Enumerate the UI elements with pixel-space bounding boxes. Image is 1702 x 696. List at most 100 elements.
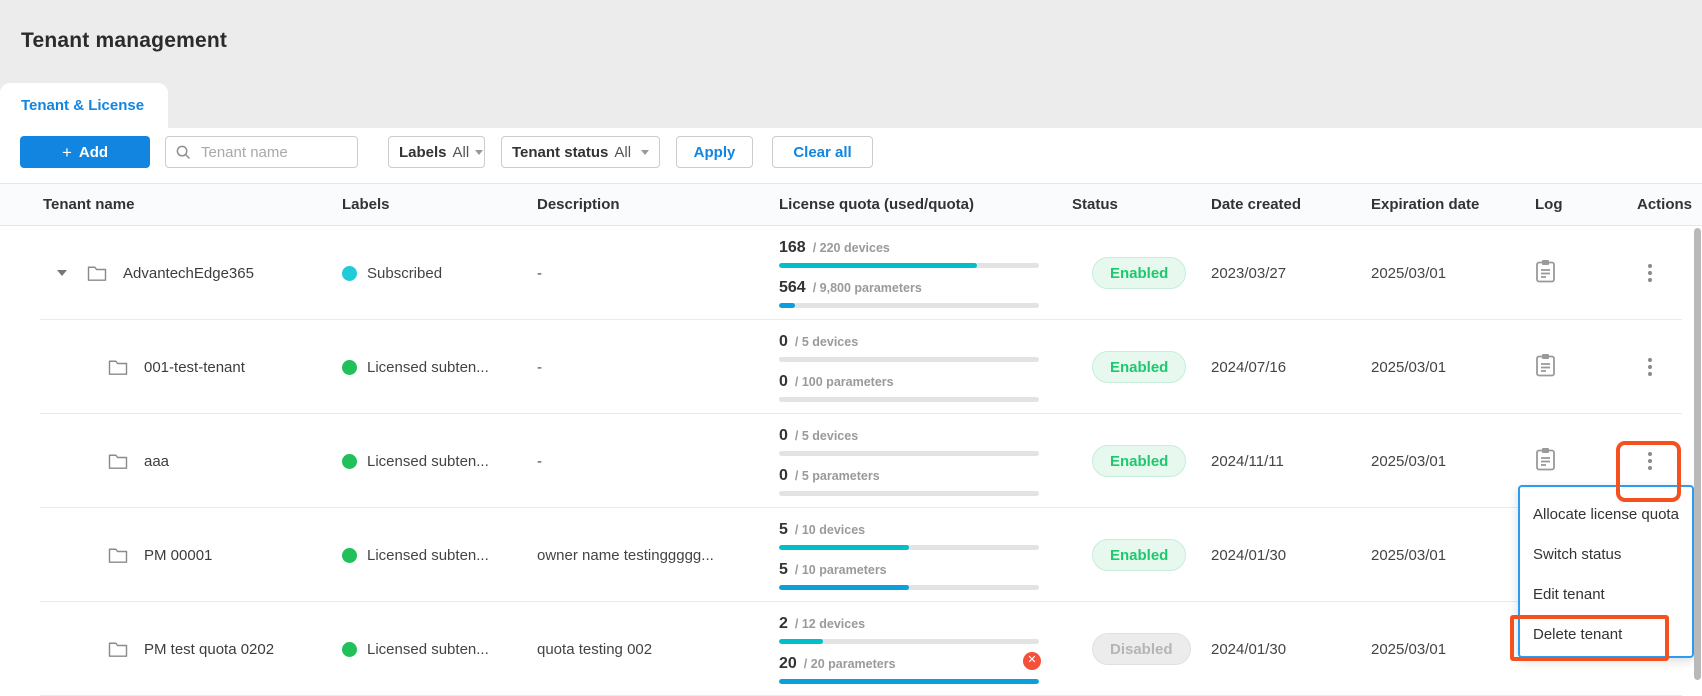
folder-icon (108, 548, 128, 563)
log-icon[interactable] (1535, 259, 1556, 283)
row-actions-menu-icon[interactable] (1645, 353, 1655, 381)
parameters-used: 0 (779, 372, 788, 390)
column-labels: Labels (342, 196, 390, 213)
devices-progress-bar (779, 544, 1039, 550)
devices-quota: / 220 devices (812, 240, 890, 255)
tenant-name: aaa (144, 452, 170, 470)
label-text: Licensed subten... (367, 358, 489, 376)
menu-item-allocate-license-quota[interactable]: Allocate license quota (1520, 494, 1692, 534)
description: owner name testinggggg... (537, 546, 714, 564)
parameters-quota: / 100 parameters (794, 374, 894, 389)
page-title: Tenant management (21, 29, 228, 52)
labels-filter-dropdown[interactable]: Labels All (388, 136, 485, 168)
column-expiration-date: Expiration date (1371, 196, 1480, 213)
status-badge: Enabled (1092, 351, 1187, 383)
chevron-down-icon (641, 149, 649, 155)
devices-quota: / 5 devices (794, 334, 859, 349)
expiration-date: 2025/03/01 (1371, 640, 1447, 658)
description: - (537, 452, 542, 470)
column-actions: Actions (1636, 196, 1692, 213)
menu-item-delete-tenant[interactable]: Delete tenant (1520, 614, 1692, 654)
tenant-status-filter-dropdown[interactable]: Tenant status All (501, 136, 660, 168)
label-dot (342, 453, 357, 469)
devices-quota: / 5 devices (794, 428, 859, 443)
vertical-scrollbar[interactable] (1694, 228, 1701, 680)
license-quota-cell: 5 / 10 devices 5 / 10 parameters (779, 508, 1072, 602)
license-quota-cell: 0 / 5 devices 0 / 100 parameters (779, 320, 1072, 414)
table-row: PM test quota 0202 Licensed subten... qu… (0, 602, 1702, 696)
row-actions-menu-icon[interactable] (1645, 259, 1655, 287)
devices-quota: / 10 devices (794, 522, 866, 537)
tenant-name-search[interactable] (165, 136, 358, 168)
table-row: AdvantechEdge365 Subscribed - 168 / 220 d… (0, 226, 1702, 320)
log-icon[interactable] (1535, 447, 1556, 471)
label-dot (342, 547, 357, 563)
folder-icon (108, 360, 128, 375)
date-created: 2024/07/16 (1211, 358, 1287, 376)
column-date-created: Date created (1211, 196, 1302, 213)
search-input[interactable] (199, 142, 333, 162)
license-quota-cell: 2 / 12 devices 20 / 20 parameters ✕ (779, 602, 1072, 696)
tab-label: Tenant & License (21, 97, 145, 114)
menu-item-switch-status[interactable]: Switch status (1520, 534, 1692, 574)
tenant-name: PM test quota 0202 (144, 640, 275, 658)
chevron-down-icon (475, 149, 484, 155)
parameters-used: 0 (779, 466, 788, 484)
add-button-label: Add (78, 143, 109, 161)
tenant-name: PM 00001 (144, 546, 213, 564)
collapse-row-icon[interactable] (57, 270, 67, 276)
license-quota-cell: 0 / 5 devices 0 / 5 parameters (779, 414, 1072, 508)
column-description: Description (537, 196, 620, 213)
description: - (537, 264, 542, 282)
folder-icon (108, 642, 128, 657)
devices-progress-bar (779, 356, 1039, 362)
labels-filter-value: All (452, 143, 470, 161)
parameters-progress-bar (779, 584, 1039, 590)
clear-all-button[interactable]: Clear all (772, 136, 873, 168)
expiration-date: 2025/03/01 (1371, 546, 1447, 564)
description: - (537, 358, 542, 376)
label-text: Subscribed (367, 264, 443, 282)
search-icon (176, 145, 191, 159)
log-icon[interactable] (1535, 353, 1556, 377)
parameters-progress-bar (779, 490, 1039, 496)
parameters-progress-bar (779, 396, 1039, 402)
label-text: Licensed subten... (367, 452, 489, 470)
tenant-name: AdvantechEdge365 (123, 264, 254, 282)
devices-progress-bar (779, 450, 1039, 456)
status-filter-label: Tenant status (512, 143, 609, 161)
page-header: Tenant management Tenant & License (0, 0, 1702, 128)
status-filter-value: All (614, 143, 632, 161)
table-header: Tenant name Labels Description License q… (0, 183, 1702, 226)
devices-progress-bar (779, 638, 1039, 644)
devices-used: 5 (779, 520, 788, 538)
date-created: 2024/01/30 (1211, 640, 1287, 658)
column-log: Log (1535, 196, 1563, 213)
label-text: Licensed subten... (367, 640, 489, 658)
devices-used: 2 (779, 614, 788, 632)
tenant-table: AdvantechEdge365 Subscribed - 168 / 220 d… (0, 226, 1702, 696)
tenant-name: 001-test-tenant (144, 358, 245, 376)
row-actions-menu-icon[interactable] (1645, 447, 1655, 475)
row-actions-context-menu: Allocate license quota Switch status Edi… (1518, 485, 1694, 658)
status-badge: Enabled (1092, 445, 1187, 477)
plus-icon: + (61, 142, 72, 162)
folder-icon (108, 454, 128, 469)
devices-used: 0 (779, 426, 788, 444)
date-created: 2023/03/27 (1211, 264, 1287, 282)
date-created: 2024/01/30 (1211, 546, 1287, 564)
expiration-date: 2025/03/01 (1371, 358, 1447, 376)
parameters-used: 564 (779, 278, 806, 296)
tab-tenant-license[interactable]: Tenant & License (0, 83, 168, 128)
parameters-quota: / 20 parameters (803, 656, 896, 671)
status-badge: Enabled (1092, 257, 1187, 289)
folder-icon (87, 266, 107, 281)
add-button[interactable]: + Add (20, 136, 150, 168)
license-quota-cell: 168 / 220 devices 564 / 9,800 parameters (779, 226, 1072, 320)
devices-used: 168 (779, 238, 806, 256)
apply-button[interactable]: Apply (676, 136, 753, 168)
table-row: aaa Licensed subten... - 0 / 5 devices 0 /… (0, 414, 1702, 508)
menu-item-edit-tenant[interactable]: Edit tenant (1520, 574, 1692, 614)
parameters-quota: / 5 parameters (794, 468, 880, 483)
column-tenant-name: Tenant name (43, 196, 135, 213)
